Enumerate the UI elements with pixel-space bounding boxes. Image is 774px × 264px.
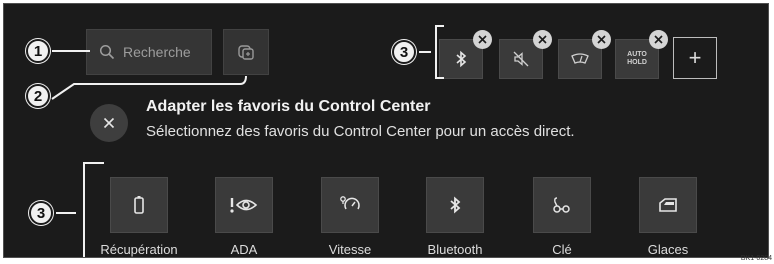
function-cle[interactable]: Clé [517,177,607,257]
message-subtitle: Sélectionnez des favoris du Control Cent… [146,123,575,140]
function-vitesse[interactable]: Vitesse [305,177,395,257]
auto-hold-icon: AUTO HOLD [627,51,647,66]
remove-favorite-button[interactable] [473,30,492,49]
control-center-screen: Recherche AUTO HOLD + Adapter les favori… [3,3,769,258]
close-message-button[interactable] [90,104,128,142]
function-tile[interactable] [426,177,484,233]
favorite-mute[interactable] [499,30,552,79]
edit-favorites-icon [236,42,256,62]
remove-favorite-button[interactable] [649,30,668,49]
function-tile[interactable] [215,177,273,233]
edit-favorites-button[interactable] [223,29,269,75]
bluetooth-icon [454,50,468,68]
speed-icon [339,195,361,215]
function-tile[interactable] [110,177,168,233]
function-ada[interactable]: ADA [199,177,289,257]
close-icon [478,35,487,44]
callout-3-functions: 3 [29,201,53,225]
ada-icon [229,196,259,214]
close-icon [538,35,547,44]
function-tile[interactable] [321,177,379,233]
mute-icon [512,50,530,68]
function-bluetooth[interactable]: Bluetooth [410,177,500,257]
plus-icon: + [688,45,702,70]
callout-1: 1 [26,39,50,63]
function-glaces[interactable]: Glaces [623,177,713,257]
key-icon [551,195,573,215]
bluetooth-icon [448,195,462,215]
remove-favorite-button[interactable] [592,30,611,49]
message-title: Adapter les favoris du Control Center [146,98,431,115]
windows-icon [658,197,678,213]
remove-favorite-button[interactable] [533,30,552,49]
function-label: Glaces [647,242,689,257]
callout-2: 2 [26,84,50,108]
reference-code: BK1-0284 [740,255,772,262]
close-icon [103,117,115,129]
close-icon [597,35,606,44]
favorite-windshield[interactable] [558,30,611,79]
function-tile[interactable] [533,177,591,233]
windshield-icon [570,52,590,66]
function-recuperation[interactable]: Récupération [94,177,184,257]
add-favorite-button[interactable]: + [673,37,717,79]
callout-3-favorites: 3 [392,40,416,64]
search-placeholder: Recherche [123,44,191,60]
search-icon [99,44,115,60]
close-icon [654,35,663,44]
favorite-auto-hold[interactable]: AUTO HOLD [615,30,668,79]
function-tile[interactable] [639,177,697,233]
search-field[interactable]: Recherche [86,29,212,75]
favorite-bluetooth[interactable] [439,30,492,79]
recuperation-icon [133,195,145,215]
